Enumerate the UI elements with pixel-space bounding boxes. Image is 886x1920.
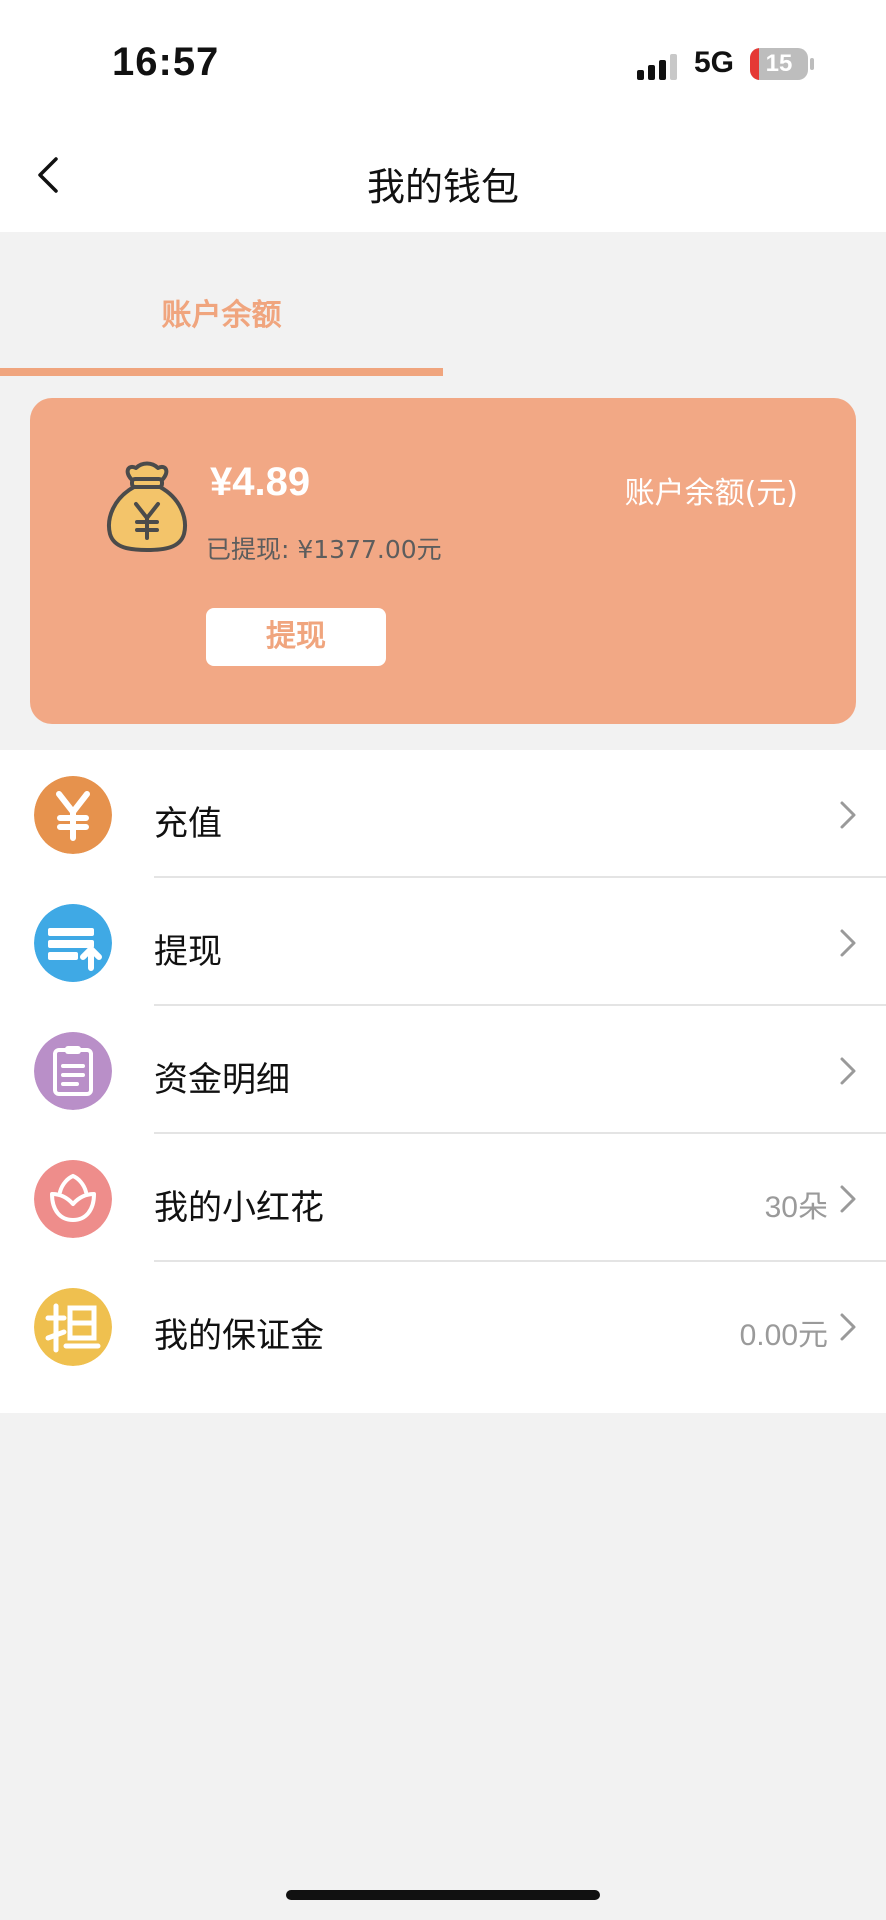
- battery-tip: [810, 58, 814, 70]
- home-indicator[interactable]: [286, 1890, 600, 1900]
- menu-label: 充值: [154, 804, 222, 844]
- menu-item-recharge[interactable]: 充值: [0, 750, 886, 878]
- tab-active-indicator: [0, 368, 443, 376]
- chevron-right-icon: [840, 801, 856, 829]
- chevron-right-icon: [840, 1057, 856, 1085]
- withdrawn-total: 已提现: ¥1377.00元: [206, 535, 442, 564]
- balance-label: 账户余额(元): [624, 476, 798, 511]
- page-title: 我的钱包: [366, 165, 519, 209]
- menu-item-fund-details[interactable]: 资金明细: [0, 1006, 886, 1134]
- tab-account-balance[interactable]: 账户余额: [0, 290, 443, 334]
- guarantee-icon: [34, 1288, 112, 1366]
- withdraw-card-icon: [34, 904, 112, 982]
- wallet-menu-list: 充值 提现 资金明细 我的小红花 30朵 我的保证金 0.00元: [0, 750, 886, 1413]
- menu-label: 资金明细: [154, 1060, 290, 1100]
- flower-icon: [34, 1160, 112, 1238]
- battery-level: 15: [765, 50, 793, 77]
- chevron-right-icon: [840, 929, 856, 957]
- deposit-amount: 0.00元: [739, 1319, 828, 1352]
- status-time: 16:57: [112, 40, 220, 84]
- network-type: 5G: [694, 46, 735, 79]
- menu-label: 我的小红花: [154, 1188, 324, 1228]
- menu-label: 提现: [154, 932, 222, 972]
- yuan-icon: [34, 776, 112, 854]
- menu-item-deposit[interactable]: 我的保证金 0.00元: [0, 1262, 886, 1390]
- clipboard-icon: [34, 1032, 112, 1110]
- status-bar: 16:57 5G 15: [0, 0, 886, 120]
- money-bag-icon: [107, 461, 187, 552]
- balance-card: ¥4.89 账户余额(元) 已提现: ¥1377.00元 提现: [30, 398, 856, 724]
- menu-item-withdraw[interactable]: 提现: [0, 878, 886, 1006]
- battery-icon: 15: [750, 48, 808, 80]
- flower-count: 30朵: [764, 1191, 828, 1224]
- balance-amount: ¥4.89: [210, 460, 311, 504]
- chevron-right-icon: [840, 1313, 856, 1341]
- signal-bars-icon: [637, 54, 677, 80]
- menu-item-red-flowers[interactable]: 我的小红花 30朵: [0, 1134, 886, 1262]
- wallet-screen: 16:57 5G 15 我的钱包 账户余额 ¥4.89 账户余额(元) 已提现:…: [0, 0, 886, 1920]
- tab-bar: 账户余额: [0, 232, 886, 376]
- withdraw-button[interactable]: 提现: [206, 608, 386, 666]
- nav-bar: 我的钱包: [0, 120, 886, 232]
- chevron-right-icon: [840, 1185, 856, 1213]
- menu-label: 我的保证金: [154, 1316, 324, 1356]
